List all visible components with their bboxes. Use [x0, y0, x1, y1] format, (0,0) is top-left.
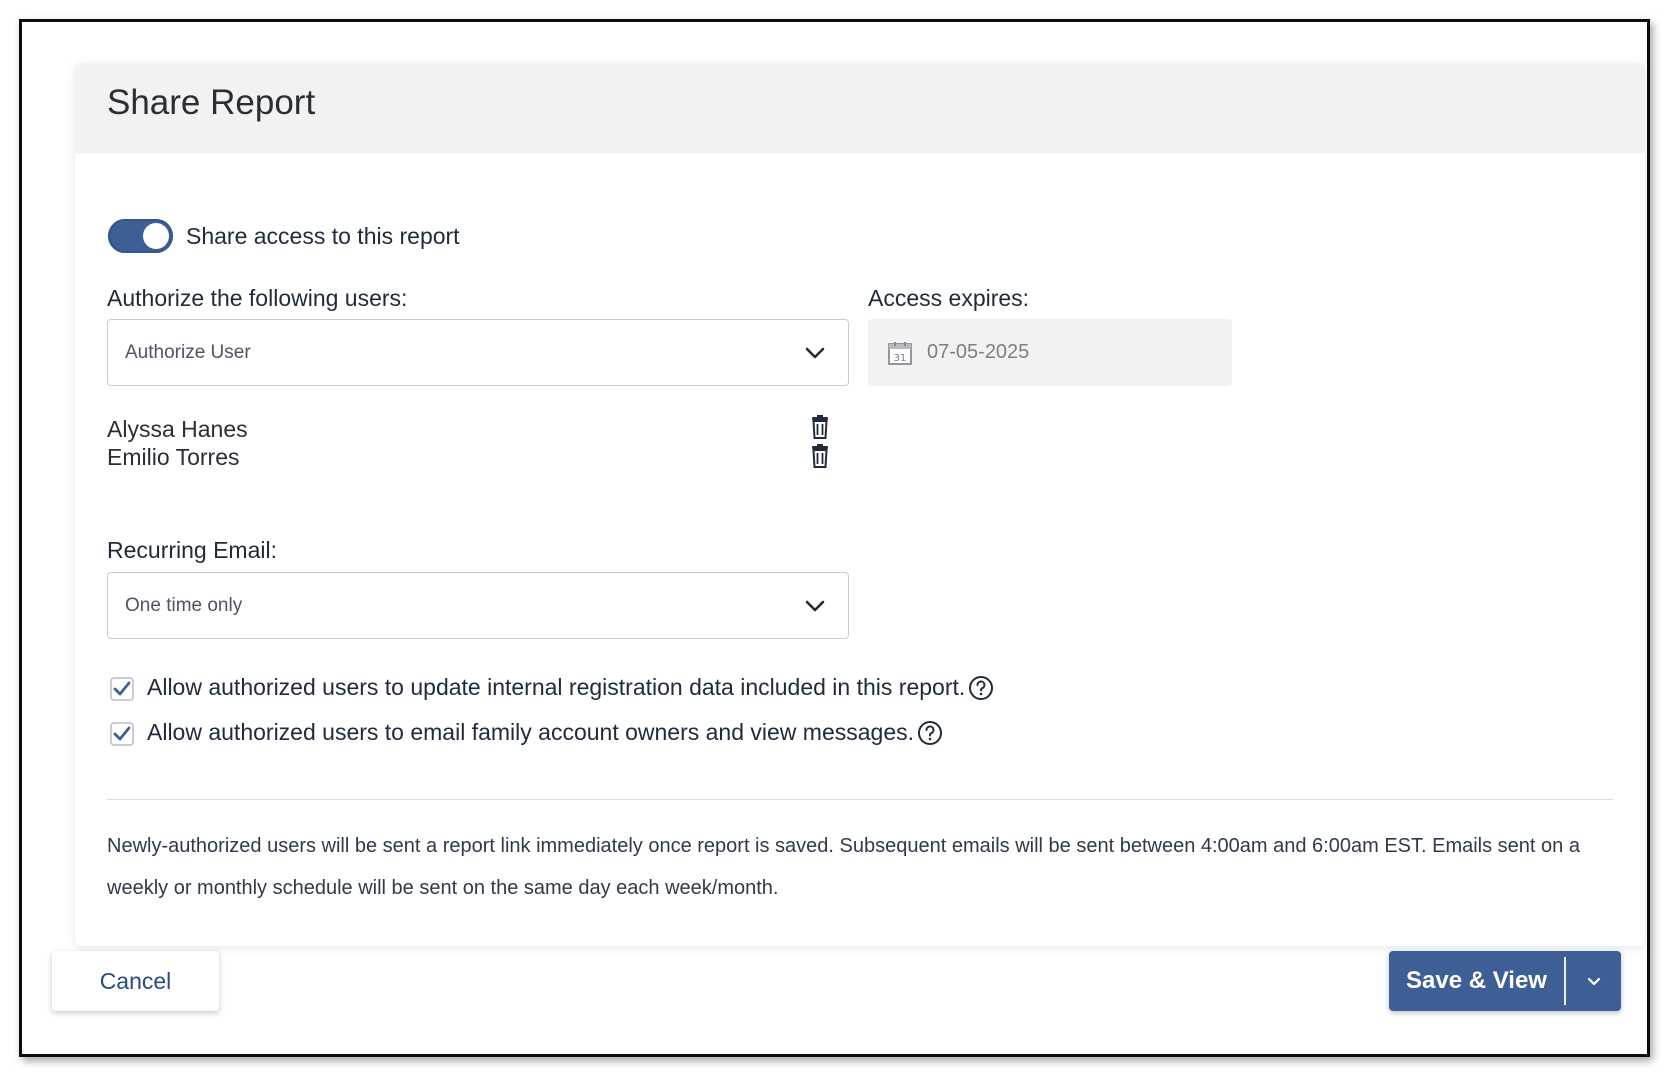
- save-view-split-button: Save & View: [1389, 951, 1621, 1011]
- update-registration-label: Allow authorized users to update interna…: [147, 674, 966, 700]
- save-options-dropdown-button[interactable]: [1566, 951, 1621, 1011]
- authorized-user-name: Alyssa Hanes: [107, 416, 248, 442]
- access-expires-date-field[interactable]: 31 07-05-2025: [868, 319, 1232, 386]
- share-access-toggle[interactable]: [108, 219, 173, 253]
- toggle-knob: [143, 223, 169, 249]
- save-view-button[interactable]: Save & View: [1389, 951, 1564, 1011]
- email-owners-label: Allow authorized users to email family a…: [147, 719, 915, 745]
- recurring-email-value: One time only: [125, 594, 243, 616]
- svg-text:31: 31: [894, 353, 907, 364]
- authorize-user-dropdown[interactable]: Authorize User: [107, 319, 849, 386]
- update-registration-option: Allow authorized users to update interna…: [147, 674, 994, 701]
- update-registration-checkbox[interactable]: [110, 677, 134, 701]
- help-circle-icon[interactable]: [917, 720, 943, 746]
- access-expires-label: Access expires:: [868, 285, 1030, 311]
- chevron-down-icon: [805, 600, 825, 612]
- chevron-down-icon: [805, 347, 825, 359]
- authorize-users-label: Authorize the following users:: [107, 285, 408, 311]
- calendar-icon: 31: [888, 341, 912, 365]
- email-owners-checkbox[interactable]: [110, 722, 134, 746]
- chevron-down-icon: [1587, 977, 1600, 986]
- email-schedule-note: Newly-authorized users will be sent a re…: [107, 835, 1580, 899]
- dialog-title: Share Report: [107, 83, 316, 122]
- access-expires-value: 07-05-2025: [927, 341, 1030, 363]
- split-separator: [1564, 957, 1566, 1005]
- window-frame: Share Report Share access to this report…: [19, 19, 1650, 1057]
- share-access-label: Share access to this report: [186, 223, 460, 249]
- share-report-dialog: Share Report Share access to this report…: [75, 63, 1645, 946]
- authorized-user-name: Emilio Torres: [107, 444, 240, 470]
- authorize-user-placeholder: Authorize User: [125, 341, 251, 363]
- trash-icon[interactable]: [809, 444, 831, 468]
- email-owners-option: Allow authorized users to email family a…: [147, 719, 943, 746]
- recurring-email-dropdown[interactable]: One time only: [107, 572, 849, 639]
- recurring-email-label: Recurring Email:: [107, 537, 277, 563]
- help-circle-icon[interactable]: [968, 675, 994, 701]
- dialog-header: Share Report: [75, 63, 1645, 153]
- cancel-button[interactable]: Cancel: [52, 951, 219, 1011]
- divider: [107, 799, 1613, 800]
- trash-icon[interactable]: [809, 415, 831, 439]
